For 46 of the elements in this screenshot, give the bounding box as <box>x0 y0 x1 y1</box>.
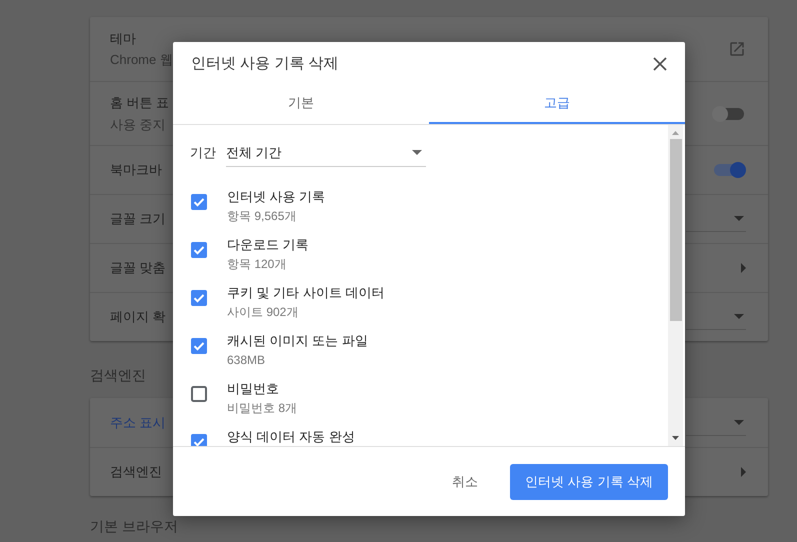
dropdown-arrow-icon <box>734 420 744 424</box>
item-label: 인터넷 사용 기록 <box>227 189 326 205</box>
chevron-right-icon <box>741 263 746 273</box>
chevron-right-icon <box>741 467 746 477</box>
toggle-switch[interactable] <box>712 160 746 180</box>
setting-label: 검색엔진 <box>110 463 162 482</box>
cancel-button[interactable]: 취소 <box>442 464 488 500</box>
scroll-down-arrow-icon[interactable] <box>672 436 679 440</box>
setting-label: 테마 <box>110 30 137 48</box>
setting-label: 북마크바 <box>110 161 162 180</box>
clear-data-button[interactable]: 인터넷 사용 기록 삭제 <box>510 464 668 500</box>
item-count: 비밀번호 8개 <box>227 400 298 416</box>
item-label: 다운로드 기록 <box>227 237 309 253</box>
toggle-switch[interactable] <box>712 104 746 124</box>
tab[interactable]: 고급 <box>429 84 685 124</box>
section-heading: 검색엔진 <box>90 366 147 385</box>
dropdown-arrow-icon <box>734 216 744 221</box>
setting-label: 홈 버튼 표 <box>110 94 170 112</box>
checkbox[interactable] <box>191 290 207 306</box>
scroll-up-arrow-icon[interactable] <box>672 131 679 135</box>
item-label: 양식 데이터 자동 완성 <box>227 429 355 445</box>
period-label: 기간 <box>190 144 216 162</box>
dropdown-arrow-icon <box>412 150 422 155</box>
period-select[interactable]: 전체 기간 <box>226 139 426 167</box>
scrollbar[interactable] <box>668 125 683 446</box>
item-label: 쿠키 및 기타 사이트 데이터 <box>227 285 384 301</box>
item-count: 638MB <box>227 352 266 368</box>
item-label: 캐시된 이미지 또는 파일 <box>227 333 368 349</box>
dropdown-arrow-icon <box>734 314 744 319</box>
checkbox[interactable] <box>191 242 207 258</box>
setting-label: 글꼴 크기 <box>110 210 166 228</box>
checkbox[interactable] <box>191 194 207 210</box>
setting-label: 페이지 확 <box>110 308 166 326</box>
dialog-title: 인터넷 사용 기록 삭제 <box>191 54 339 74</box>
item-label: 비밀번호 <box>227 381 280 397</box>
setting-label: 글꼴 맞춤 <box>110 259 166 278</box>
open-external-icon[interactable] <box>728 40 746 58</box>
checkbox[interactable] <box>191 386 207 402</box>
close-icon[interactable] <box>653 57 667 71</box>
checkbox[interactable] <box>191 338 207 354</box>
item-count: 항목 9,565개 <box>227 208 298 224</box>
item-count: 항목 120개 <box>227 256 288 272</box>
setting-label: 주소 표시 <box>110 414 166 432</box>
checkbox[interactable] <box>191 434 207 446</box>
item-count: 사이트 902개 <box>227 304 300 320</box>
tab[interactable]: 기본 <box>173 84 429 124</box>
